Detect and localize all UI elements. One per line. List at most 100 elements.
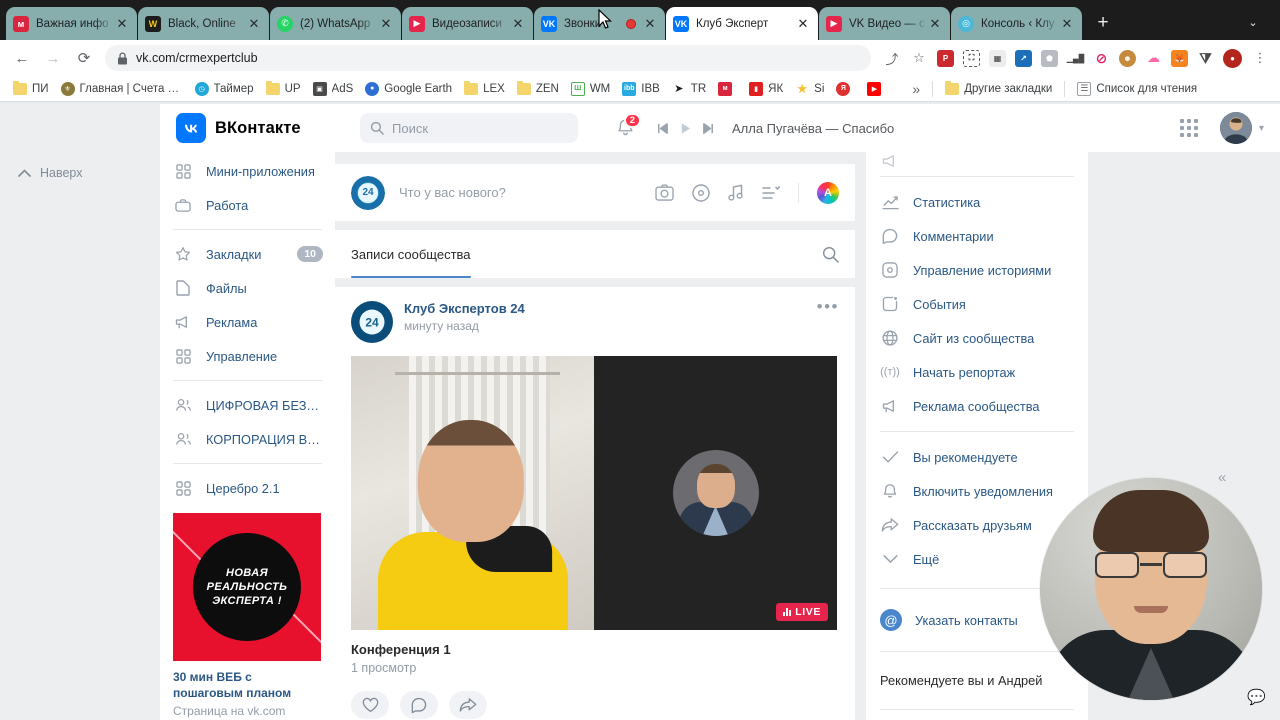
address-bar[interactable]: vk.com/crmexpertclub xyxy=(105,45,871,71)
sidebar-ad-block[interactable]: НОВАЯ РЕАЛЬНОСТЬ ЭКСПЕРТА ! 30 мин ВЕБ с… xyxy=(160,505,335,720)
bookmark-item[interactable]: ⚜ Главная | Счета и... xyxy=(56,80,188,98)
sidebar-item-comments[interactable]: Комментарии xyxy=(866,219,1088,253)
notifications-button[interactable]: 2 xyxy=(608,111,642,145)
bookmark-item[interactable]: ▮ ЯК xyxy=(744,80,788,98)
comment-button[interactable] xyxy=(400,691,438,719)
bookmark-item[interactable]: ➤ TR xyxy=(667,80,711,98)
post-author-name[interactable]: Клуб Экспертов 24 xyxy=(404,301,806,316)
photo-icon[interactable] xyxy=(655,184,674,201)
sidebar-item-cerebro[interactable]: Церебро 2.1 xyxy=(160,471,335,505)
share-icon[interactable]: ⤴ xyxy=(880,46,904,70)
puzzle-extensions-icon[interactable]: ⧩ xyxy=(1197,49,1214,67)
chevron-down-icon[interactable]: ▾ xyxy=(1259,123,1264,134)
sidebar-item-events[interactable]: События xyxy=(866,287,1088,321)
bookmark-item[interactable]: ◷ Таймер xyxy=(190,80,259,98)
sidebar-item-management[interactable]: Управление xyxy=(160,339,335,373)
tab-community-posts[interactable]: Записи сообщества xyxy=(351,230,471,278)
close-icon[interactable]: ✕ xyxy=(114,16,130,32)
analytics-extension-icon[interactable]: ▁▄█ xyxy=(1067,49,1084,67)
browser-tab[interactable]: ▶ VK Видео — с ✕ xyxy=(819,7,950,40)
close-icon[interactable]: ✕ xyxy=(246,16,262,32)
sidebar-item-stories[interactable]: Управление историями xyxy=(866,253,1088,287)
browser-tab[interactable]: ◎ Консоль ‹ Клу ✕ xyxy=(951,7,1082,40)
browser-tab[interactable]: м Важная инфо ✕ xyxy=(6,7,137,40)
other-bookmarks-button[interactable]: Другие закладки xyxy=(940,80,1057,97)
sidebar-item-files[interactable]: Файлы xyxy=(160,271,335,305)
browser-tab-recording[interactable]: VK Звонки ✕ xyxy=(534,7,665,40)
bookmark-item[interactable]: ★ Si xyxy=(790,80,829,98)
video-icon[interactable] xyxy=(692,183,710,202)
forward-button[interactable]: → xyxy=(39,44,67,72)
chrome-menu-button[interactable]: ⋮ xyxy=(1248,46,1272,70)
sidebar-item-website[interactable]: Сайт из сообщества xyxy=(866,321,1088,355)
sidebar-item-community-ads[interactable]: Реклама сообщества xyxy=(866,389,1088,423)
close-icon[interactable]: ✕ xyxy=(927,16,943,32)
profile-avatar-icon[interactable]: ● xyxy=(1223,48,1242,68)
search-input[interactable]: Поиск xyxy=(360,113,578,143)
bookmarks-overflow-button[interactable]: » xyxy=(907,79,925,99)
chat-bubble-icon[interactable]: 💬 xyxy=(1247,688,1266,706)
bookmark-item[interactable]: ▶ xyxy=(862,80,891,98)
share-button[interactable] xyxy=(449,691,487,719)
close-icon[interactable]: ✕ xyxy=(795,16,811,32)
next-track-button[interactable] xyxy=(702,122,715,135)
user-avatar[interactable] xyxy=(1219,112,1252,144)
back-button[interactable]: ← xyxy=(8,44,36,72)
post-menu-button[interactable]: ••• xyxy=(817,298,839,315)
now-playing-title[interactable]: Алла Пугачёва — Спасибо xyxy=(732,121,894,136)
bookmark-item[interactable]: ПИ xyxy=(8,80,54,97)
poll-icon[interactable] xyxy=(762,185,780,201)
ad-title[interactable]: 30 мин ВЕБ с пошаговым планом xyxy=(173,669,322,701)
previous-track-button[interactable] xyxy=(656,122,669,135)
close-icon[interactable]: ✕ xyxy=(642,16,658,32)
bookmark-item[interactable]: ZEN xyxy=(512,80,564,97)
music-icon[interactable] xyxy=(728,184,744,202)
sidebar-item-you-recommend[interactable]: Вы рекомендуете xyxy=(866,440,1088,474)
browser-tab[interactable]: ▶ Видеозаписи ✕ xyxy=(402,7,533,40)
bookmark-item[interactable]: Ш WM xyxy=(566,80,615,98)
sidebar-item-work[interactable]: Работа xyxy=(160,188,335,222)
browser-tab-active[interactable]: VK Клуб Эксперт ✕ xyxy=(666,7,818,40)
feed-search-icon[interactable] xyxy=(822,246,839,263)
sidebar-item-mini-apps[interactable]: Мини-приложения xyxy=(160,154,335,188)
close-icon[interactable]: ✕ xyxy=(1059,16,1075,32)
scroll-to-top-button[interactable]: Наверх xyxy=(0,152,160,180)
close-icon[interactable]: ✕ xyxy=(510,16,526,32)
adblock-extension-icon[interactable]: ⊘ xyxy=(1093,49,1110,67)
sidebar-item-statistics[interactable]: Статистика xyxy=(866,185,1088,219)
browser-tab[interactable]: ✆ (2) WhatsApp ✕ xyxy=(270,7,401,40)
like-button[interactable] xyxy=(351,691,389,719)
bookmark-item[interactable]: UP xyxy=(261,80,306,97)
sidebar-item-broadcast[interactable]: ((т)) Начать репортаж xyxy=(866,355,1088,389)
avatar-extension-icon[interactable]: ☻ xyxy=(1119,49,1136,67)
sidebar-item-group-1[interactable]: ЦИФРОВАЯ БЕЗО... xyxy=(160,388,335,422)
blue-arrow-extension-icon[interactable]: ↗ xyxy=(1015,49,1032,67)
bookmark-item[interactable]: ● Google Earth xyxy=(360,80,457,98)
play-button[interactable] xyxy=(679,122,692,135)
shield-extension-icon[interactable]: ⬟ xyxy=(1041,49,1058,67)
sidebar-item-ads[interactable]: Реклама xyxy=(160,305,335,339)
pdf-extension-icon[interactable]: P xyxy=(937,49,954,67)
sidebar-item-partial[interactable] xyxy=(866,154,1088,168)
cloud-extension-icon[interactable]: ☁ xyxy=(1145,49,1162,67)
bookmark-item[interactable]: LEX xyxy=(459,80,510,97)
sidebar-item-bookmarks[interactable]: Закладки 10 xyxy=(160,237,335,271)
post-video-player[interactable]: LIVE xyxy=(351,356,837,630)
browser-tab[interactable]: W Black, Online ✕ xyxy=(138,7,269,40)
bookmark-item[interactable]: ▣ AdS xyxy=(308,80,359,98)
tab-search-button[interactable]: ⌄ xyxy=(1240,9,1266,35)
reading-list-button[interactable]: ☰ Список для чтения xyxy=(1072,80,1202,98)
metamask-extension-icon[interactable]: 🦊 xyxy=(1171,49,1188,67)
sidebar-item-group-2[interactable]: КОРПОРАЦИЯ ВК... xyxy=(160,422,335,456)
reload-button[interactable]: ⟳ xyxy=(70,44,98,72)
vk-logo-link[interactable]: ВКонтакте xyxy=(176,113,346,143)
close-icon[interactable]: ✕ xyxy=(378,16,394,32)
bookmark-item[interactable]: ibb IBB xyxy=(617,80,665,98)
graffiti-icon[interactable]: A xyxy=(817,181,839,204)
post-composer[interactable]: Что у вас нового? xyxy=(335,164,855,221)
avatar[interactable] xyxy=(351,301,393,343)
new-tab-button[interactable]: + xyxy=(1089,9,1117,37)
calendar-extension-icon[interactable]: ▦ xyxy=(989,49,1006,67)
bookmark-star-icon[interactable]: ☆ xyxy=(907,46,931,70)
video-title[interactable]: Конференция 1 xyxy=(351,642,839,657)
